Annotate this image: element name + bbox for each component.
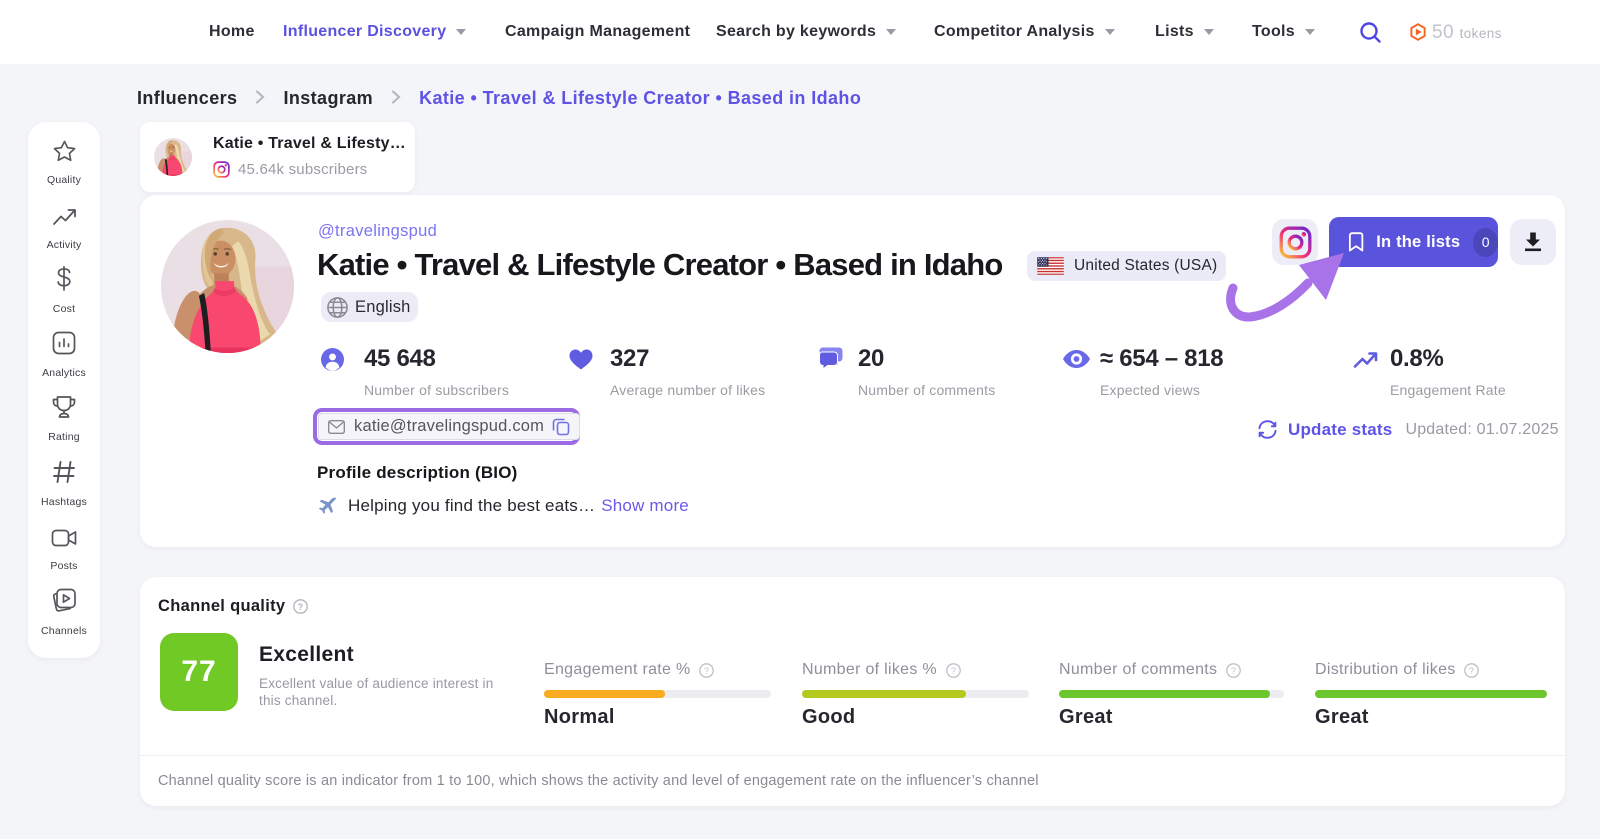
svg-text:?: ? <box>1469 665 1474 675</box>
svg-text:?: ? <box>298 602 304 612</box>
svg-text:?: ? <box>951 665 956 675</box>
svg-text:?: ? <box>704 665 709 675</box>
svg-text:?: ? <box>1231 665 1236 675</box>
